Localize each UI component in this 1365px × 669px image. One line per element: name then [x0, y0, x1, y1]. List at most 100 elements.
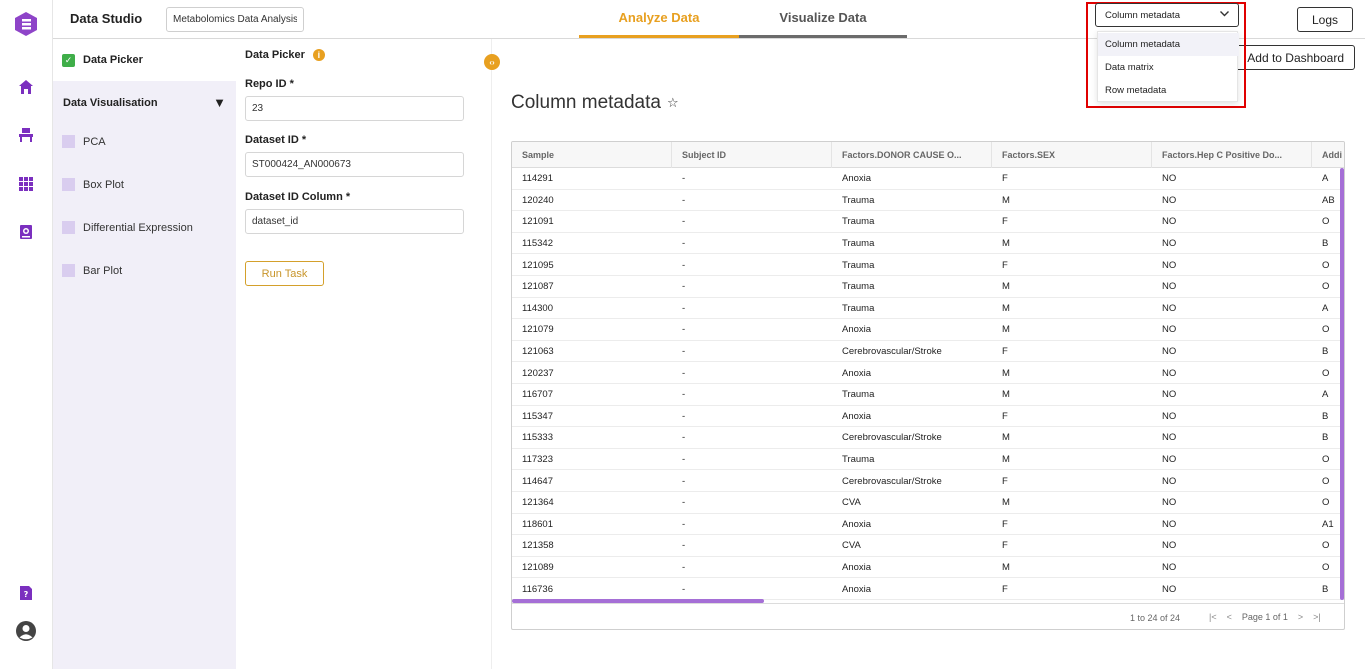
table-row[interactable]: 115347- Anoxia F NO B: [512, 406, 1344, 428]
sidebar-item-box-plot[interactable]: Box Plot: [62, 178, 124, 191]
dataset-id-column-label: Dataset ID Column *: [245, 191, 351, 203]
column-header[interactable]: Sample: [512, 142, 672, 168]
tab-analyze-data[interactable]: Analyze Data: [579, 0, 739, 38]
table-cell: NO: [1162, 367, 1177, 379]
repo-id-input[interactable]: [245, 96, 464, 121]
table-row[interactable]: 121091- Trauma F NO O: [512, 211, 1344, 233]
dataset-id-column-input[interactable]: [245, 209, 464, 234]
prev-page-icon[interactable]: <: [1227, 612, 1232, 622]
table-cell: Anoxia: [842, 367, 872, 379]
triangle-down-icon: ▼: [213, 95, 226, 110]
project-name-input[interactable]: [166, 7, 304, 32]
table-cell: 121091: [522, 216, 554, 228]
table-cell: M: [1002, 324, 1010, 336]
sidebar-item-pca[interactable]: PCA: [62, 135, 106, 148]
table-cell: 121063: [522, 346, 554, 358]
star-icon[interactable]: ☆: [667, 95, 679, 111]
table-row[interactable]: 116736- Anoxia F NO B: [512, 578, 1344, 600]
column-header[interactable]: Addi: [1312, 142, 1344, 168]
sidebar-item-data-picker[interactable]: ✓ Data Picker: [53, 39, 236, 81]
sidebar-section-label: Data Visualisation: [63, 96, 158, 109]
repo-id-label: Repo ID *: [245, 78, 294, 90]
tab-visualize-data[interactable]: Visualize Data: [739, 0, 907, 38]
apps-grid-icon[interactable]: [16, 174, 36, 194]
logs-button[interactable]: Logs: [1297, 7, 1353, 32]
table-row[interactable]: 121087- Trauma M NO O: [512, 276, 1344, 298]
info-icon[interactable]: i: [312, 49, 325, 61]
column-header[interactable]: Factors.Hep C Positive Do...: [1152, 142, 1312, 168]
column-header[interactable]: Factors.SEX: [992, 142, 1152, 168]
table-cell: 114300: [522, 302, 553, 314]
workbench-icon[interactable]: [16, 125, 36, 145]
table-row[interactable]: 121063- Cerebrovascular/Stroke F NO B: [512, 341, 1344, 363]
table-cell: 121358: [522, 540, 554, 552]
collapse-panel-icon[interactable]: ‹›: [484, 54, 500, 70]
column-header[interactable]: Factors.DONOR CAUSE O...: [832, 142, 992, 168]
table-row[interactable]: 121364- CVA M NO O: [512, 492, 1344, 514]
menu-item-row-metadata[interactable]: Row metadata: [1098, 79, 1239, 102]
table-cell: F: [1002, 518, 1008, 530]
table-row[interactable]: 118601- Anoxia F NO A1: [512, 514, 1344, 536]
table-cell: 121079: [522, 324, 554, 336]
dataset-type-select[interactable]: Column metadata: [1095, 3, 1239, 27]
table-cell: -: [682, 583, 686, 595]
row-count: 1 to 24 of 24: [1130, 613, 1181, 623]
table-cell: NO: [1162, 194, 1177, 206]
table-row[interactable]: 114300- Trauma M NO A: [512, 298, 1344, 320]
vertical-scrollbar[interactable]: [1340, 168, 1344, 600]
menu-item-data-matrix[interactable]: Data matrix: [1098, 56, 1239, 79]
next-page-icon[interactable]: >: [1298, 612, 1303, 622]
table-cell: 121095: [522, 259, 554, 271]
table-cell: 114647: [522, 475, 553, 487]
home-icon[interactable]: [16, 77, 36, 97]
last-page-icon[interactable]: >|: [1313, 612, 1321, 622]
table-row[interactable]: 121079- Anoxia M NO O: [512, 319, 1344, 341]
reports-icon[interactable]: [16, 222, 36, 242]
table-row[interactable]: 115333- Cerebrovascular/Stroke M NO B: [512, 427, 1344, 449]
menu-item-column-metadata[interactable]: Column metadata: [1098, 33, 1239, 56]
table-row[interactable]: 121089- Anoxia M NO O: [512, 557, 1344, 579]
table-cell: 115333: [522, 432, 553, 444]
column-header[interactable]: Subject ID: [672, 142, 832, 168]
sidebar: ✓ Data Picker Data Visualisation ▼ PCA B…: [53, 39, 236, 669]
table-row[interactable]: 120240- Trauma M NO AB: [512, 190, 1344, 212]
sidebar-item-bar-plot[interactable]: Bar Plot: [62, 264, 122, 277]
table-cell: Anoxia: [842, 518, 872, 530]
chevron-down-icon: [1219, 8, 1230, 22]
table-row[interactable]: 121358- CVA F NO O: [512, 535, 1344, 557]
select-value: Column metadata: [1105, 9, 1180, 21]
table-cell: 118601: [522, 518, 553, 530]
add-to-dashboard-button[interactable]: Add to Dashboard: [1231, 45, 1355, 70]
table-cell: -: [682, 389, 686, 401]
table-cell: NO: [1162, 238, 1177, 250]
brand-logo-icon[interactable]: [15, 12, 37, 36]
table-row[interactable]: 121095- Trauma F NO O: [512, 254, 1344, 276]
table-row[interactable]: 114291- Anoxia F NO A: [512, 168, 1344, 190]
page-title-text: Column metadata: [511, 92, 661, 113]
table-row[interactable]: 114647- Cerebrovascular/Stroke F NO O: [512, 470, 1344, 492]
table-row[interactable]: 117323- Trauma M NO O: [512, 449, 1344, 471]
table-cell: M: [1002, 281, 1010, 293]
table-cell: Trauma: [842, 454, 875, 466]
table-cell: NO: [1162, 281, 1177, 293]
help-icon[interactable]: ?: [16, 583, 36, 603]
table-cell: CVA: [842, 497, 861, 509]
table-row[interactable]: 120237- Anoxia M NO O: [512, 362, 1344, 384]
square-icon: [62, 264, 75, 277]
dataset-id-input[interactable]: [245, 152, 464, 177]
table-row[interactable]: 116707- Trauma M NO A: [512, 384, 1344, 406]
user-account-icon[interactable]: [15, 620, 37, 642]
table-cell: -: [682, 281, 686, 293]
table-cell: Anoxia: [842, 324, 872, 336]
table-cell: Trauma: [842, 194, 875, 206]
run-task-button[interactable]: Run Task: [245, 261, 324, 286]
table-cell: F: [1002, 475, 1008, 487]
table-cell: NO: [1162, 562, 1177, 574]
sidebar-item-differential-expression[interactable]: Differential Expression: [62, 221, 193, 234]
first-page-icon[interactable]: |<: [1209, 612, 1217, 622]
table-cell: F: [1002, 540, 1008, 552]
sidebar-section-data-visualisation[interactable]: Data Visualisation ▼: [63, 95, 226, 110]
table-cell: -: [682, 367, 686, 379]
table-cell: M: [1002, 497, 1010, 509]
table-row[interactable]: 115342- Trauma M NO B: [512, 233, 1344, 255]
